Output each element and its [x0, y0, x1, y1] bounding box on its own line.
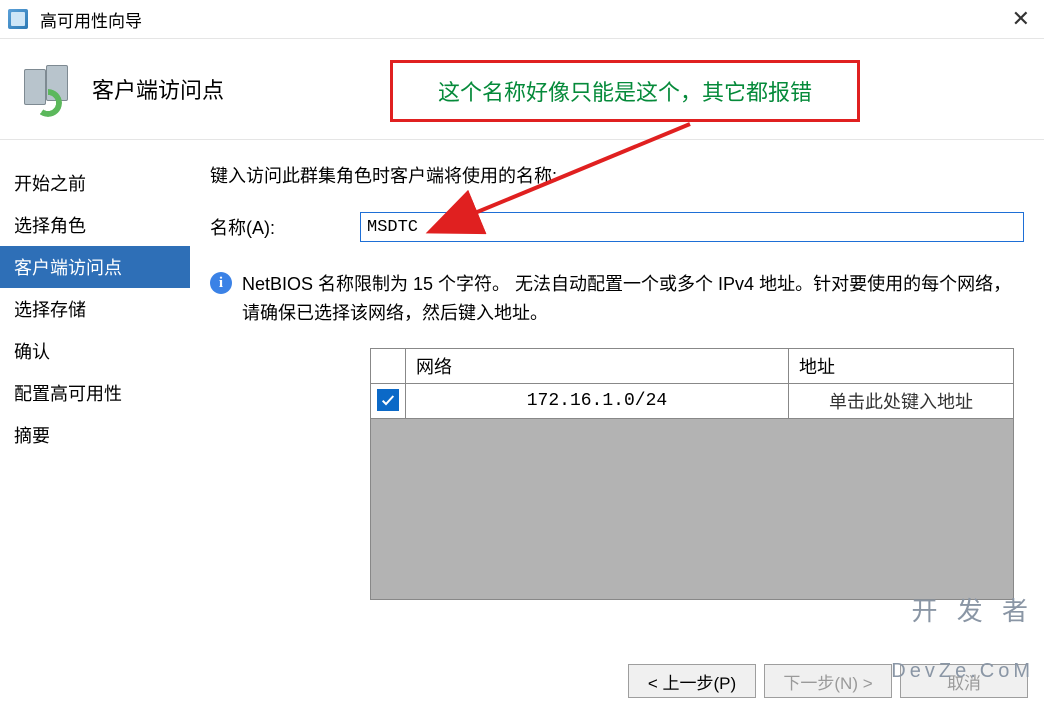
wizard-steps: 开始之前 选择角色 客户端访问点 选择存储 确认 配置高可用性 摘要 [0, 140, 190, 706]
col-network: 网络 [406, 348, 789, 383]
annotation-text: 这个名称好像只能是这个，其它都报错 [438, 75, 812, 107]
col-address: 地址 [788, 348, 1013, 383]
name-label: 名称(A): [210, 214, 360, 240]
step-select-storage[interactable]: 选择存储 [0, 288, 190, 330]
next-button[interactable]: 下一步(N) > [764, 664, 892, 698]
prev-button[interactable]: < 上一步(P) [628, 664, 756, 698]
step-confirm[interactable]: 确认 [0, 330, 190, 372]
watermark-line2: DevZe.CoM [891, 660, 1034, 682]
step-summary[interactable]: 摘要 [0, 414, 190, 456]
close-button[interactable]: ✕ [1006, 6, 1036, 32]
titlebar: 高可用性向导 ✕ [0, 0, 1044, 39]
netbios-note: NetBIOS 名称限制为 15 个字符。 无法自动配置一个或多个 IPv4 地… [242, 270, 1014, 328]
row-network: 172.16.1.0/24 [406, 383, 789, 418]
annotation-callout: 这个名称好像只能是这个，其它都报错 [390, 60, 860, 122]
wizard-icon [24, 65, 76, 113]
step-before-begin[interactable]: 开始之前 [0, 162, 190, 204]
name-input[interactable] [360, 212, 1024, 242]
window-title: 高可用性向导 [40, 7, 1006, 32]
step-client-access-point[interactable]: 客户端访问点 [0, 246, 190, 288]
col-check [371, 348, 406, 383]
name-prompt: 键入访问此群集角色时客户端将使用的名称: [210, 162, 1024, 188]
row-checkbox[interactable] [377, 389, 399, 411]
info-icon: i [210, 272, 232, 294]
watermark: 开 发 者 DevZe.CoM [891, 561, 1034, 700]
row-address[interactable]: 单击此处键入地址 [788, 383, 1013, 418]
page-title: 客户端访问点 [92, 73, 224, 105]
network-table: 网络 地址 172.16.1.0/24 单击此处键入地址 [370, 348, 1014, 419]
app-icon [8, 9, 28, 29]
step-select-role[interactable]: 选择角色 [0, 204, 190, 246]
step-configure-ha[interactable]: 配置高可用性 [0, 372, 190, 414]
table-row: 172.16.1.0/24 单击此处键入地址 [371, 383, 1014, 418]
watermark-line1: 开 发 者 [891, 597, 1034, 626]
